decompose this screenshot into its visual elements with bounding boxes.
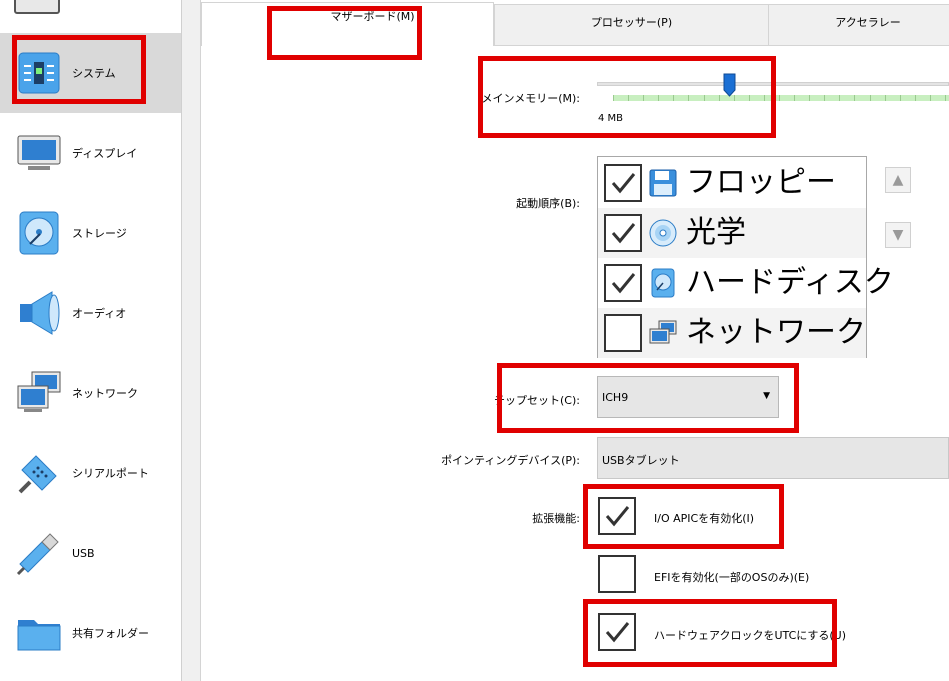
- slider-tick: [718, 95, 720, 101]
- slider-tick: [914, 95, 916, 101]
- arrow-down-icon: ▼: [892, 227, 904, 243]
- sidebar-item-system[interactable]: システム: [0, 33, 181, 113]
- utc-clock-label: ハードウェアクロックをUTCにする(U): [654, 629, 846, 642]
- sidebar-item-label: USB: [72, 546, 95, 560]
- optical-disc-icon: [649, 219, 677, 247]
- memory-recommended-range: [613, 95, 949, 101]
- slider-tick: [613, 95, 614, 101]
- slider-tick: [869, 95, 871, 101]
- memory-slider-thumb[interactable]: [723, 73, 736, 97]
- hard-disk-icon: [651, 268, 675, 298]
- efi-label: EFIを有効化(一部のOSのみ)(E): [654, 571, 810, 584]
- system-chip-icon: [18, 52, 60, 94]
- io-apic-label: I/O APICを有効化(I): [654, 512, 755, 525]
- slider-tick: [809, 95, 811, 101]
- sidebar-item-label: ストレージ: [72, 227, 127, 240]
- slider-tick: [733, 95, 735, 101]
- boot-item-hard-disk[interactable]: ハードディスク: [598, 258, 894, 308]
- sidebar-item-label: ネットワーク: [72, 387, 138, 400]
- sidebar-item-serial-port[interactable]: シリアルポート: [0, 433, 181, 513]
- pointing-device-value: USBタブレット: [602, 454, 680, 467]
- boot-item-optical[interactable]: 光学: [598, 208, 866, 258]
- boot-item-label: 光学: [686, 215, 746, 250]
- slider-tick: [824, 95, 826, 101]
- tab-label: アクセラレー: [835, 16, 901, 29]
- slider-tick: [658, 95, 660, 101]
- settings-sidebar: システム ディスプレイ ストレージ オーディオ ネットワーク シリアルポート U…: [0, 0, 182, 681]
- boot-item-floppy[interactable]: フロッピー: [598, 158, 866, 208]
- sidebar-item-label: 共有フォルダー: [72, 627, 149, 640]
- io-apic-checkbox[interactable]: [598, 497, 636, 535]
- disk-icon: [19, 211, 59, 255]
- boot-item-network[interactable]: ネットワーク: [598, 308, 866, 358]
- tab-processor[interactable]: プロセッサー(P): [494, 4, 769, 46]
- memory-label: メインメモリー(M):: [481, 92, 580, 105]
- efi-checkbox[interactable]: [598, 555, 636, 593]
- tab-bar: マザーボード(M) プロセッサー(P) アクセラレー: [201, 0, 949, 46]
- move-up-button[interactable]: ▲: [885, 167, 911, 193]
- sidebar-item-label: システム: [72, 67, 116, 80]
- slider-tick: [794, 95, 796, 101]
- folder-icon: [17, 620, 61, 651]
- tab-motherboard[interactable]: マザーボード(M): [201, 2, 494, 46]
- extended-features-label: 拡張機能:: [532, 512, 580, 525]
- move-down-button[interactable]: ▼: [885, 222, 911, 248]
- sidebar-item-network[interactable]: ネットワーク: [0, 353, 181, 433]
- slider-tick: [673, 95, 675, 101]
- slider-tick: [929, 95, 931, 101]
- monitor-icon: [17, 135, 61, 170]
- slider-tick: [899, 95, 901, 101]
- sidebar-item-storage[interactable]: ストレージ: [0, 193, 181, 273]
- slider-tick: [839, 95, 841, 101]
- network-monitors-icon: [17, 371, 61, 412]
- speaker-icon: [20, 291, 60, 335]
- boot-optical-checkbox[interactable]: [604, 214, 642, 252]
- slider-tick: [763, 95, 765, 101]
- chipset-label: チップセット(C):: [494, 394, 580, 407]
- chevron-down-icon: ▼: [763, 391, 770, 401]
- sidebar-item-audio[interactable]: オーディオ: [0, 273, 181, 353]
- pointing-device-label: ポインティングデバイス(P):: [441, 454, 580, 467]
- slider-tick: [945, 95, 946, 101]
- sidebar-item-label: シリアルポート: [72, 467, 149, 480]
- memory-min-label: 4 MB: [598, 113, 624, 124]
- boot-order-label: 起動順序(B):: [516, 197, 580, 210]
- tab-label: プロセッサー(P): [590, 16, 673, 29]
- usb-plug-icon: [16, 533, 59, 576]
- serial-plug-icon: [18, 455, 57, 494]
- slider-tick: [748, 95, 750, 101]
- tab-label: マザーボード(M): [330, 9, 415, 23]
- boot-item-label: ハードディスク: [686, 265, 894, 300]
- floppy-icon: [649, 169, 677, 197]
- utc-clock-checkbox[interactable]: [598, 613, 636, 651]
- slider-tick: [643, 95, 645, 101]
- slider-tick: [884, 95, 886, 101]
- sidebar-item-label: ディスプレイ: [72, 147, 138, 160]
- boot-network-checkbox[interactable]: [604, 314, 642, 352]
- sidebar-item-label: オーディオ: [72, 307, 127, 320]
- arrow-up-icon: ▲: [892, 172, 904, 188]
- sidebar-item-shared-folders[interactable]: 共有フォルダー: [0, 593, 181, 673]
- boot-floppy-checkbox[interactable]: [604, 164, 642, 202]
- boot-item-label: フロッピー: [686, 165, 836, 200]
- sidebar-item-display[interactable]: ディスプレイ: [0, 113, 181, 193]
- slider-tick: [854, 95, 856, 101]
- boot-order-list[interactable]: フロッピー 光学 ハードディスク ネットワーク: [597, 156, 894, 358]
- tab-acceleration[interactable]: アクセラレー: [768, 4, 949, 46]
- boot-hard-disk-checkbox[interactable]: [604, 264, 642, 302]
- memory-slider-track[interactable]: [597, 82, 949, 86]
- boot-item-label: ネットワーク: [686, 315, 866, 350]
- chipset-value: ICH9: [602, 391, 629, 404]
- general-icon[interactable]: [14, 0, 60, 14]
- slider-tick: [779, 95, 780, 101]
- sidebar-item-usb[interactable]: USB: [0, 513, 181, 593]
- chipset-select[interactable]: ICH9 ▼: [597, 376, 779, 418]
- slider-tick: [628, 95, 630, 101]
- pointing-device-select[interactable]: USBタブレット: [597, 437, 949, 479]
- slider-tick: [688, 95, 690, 101]
- network-icon: [649, 320, 677, 344]
- slider-tick: [703, 95, 705, 101]
